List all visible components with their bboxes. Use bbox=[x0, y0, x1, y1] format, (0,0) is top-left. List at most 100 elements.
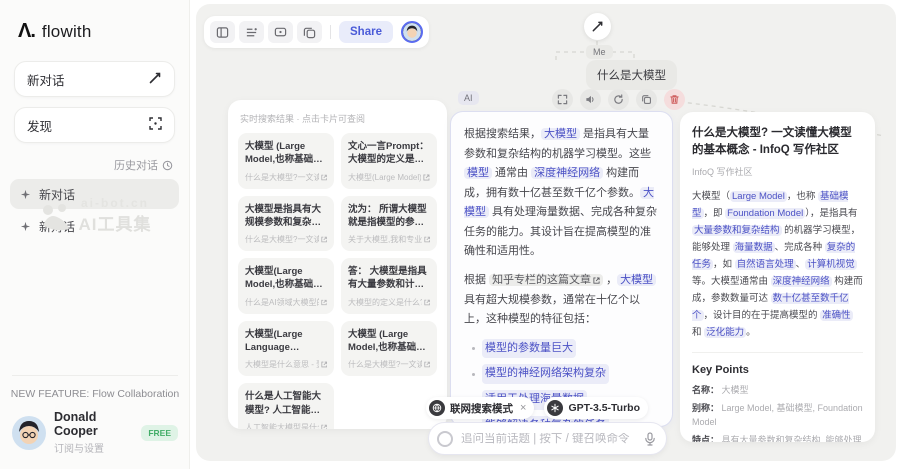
reference-body: 大模型（Large Model，也称 基础模型，即 Foundation Mod… bbox=[692, 188, 863, 342]
reference-source: InfoQ 写作社区 bbox=[692, 165, 863, 178]
search-result-card[interactable]: 大模型 (Large Model,也称基础模型，即Foundation...什么… bbox=[238, 133, 334, 189]
node-list-icon bbox=[245, 26, 258, 39]
trash-icon bbox=[669, 94, 680, 105]
text-run: 和 bbox=[692, 327, 704, 338]
watermark-line1: ai-bot.cn bbox=[79, 196, 152, 210]
text-run: ，设计目的在于提高模型的 bbox=[704, 310, 821, 321]
highlight-term[interactable]: 模型的参数量巨大 bbox=[482, 339, 576, 359]
node-list-button[interactable] bbox=[239, 21, 264, 43]
composer-bar[interactable] bbox=[428, 422, 667, 455]
result-source: 大模型是什么意思 - 壹环科... bbox=[245, 359, 319, 370]
search-result-card[interactable]: 大模型(Large Language Models)是指基于深度学习...大模型… bbox=[238, 321, 334, 377]
highlight-term[interactable]: Foundation Model bbox=[725, 208, 805, 219]
answer-bullet: 模型的参数量巨大 bbox=[472, 339, 659, 359]
result-title: 沈为： 所谓大模型就是指模型的参数量大，但学术界并没... bbox=[348, 203, 430, 230]
sidebar: Λ. flowith 新对话 发现 历史对话 新对话新对话 bbox=[0, 0, 190, 469]
search-result-card[interactable]: 答： 大模型是指具有大量参数和计算资源的机器学习模型...大模型的定义是什么?大… bbox=[341, 258, 437, 314]
user-subtitle: 订阅与设置 bbox=[54, 440, 133, 455]
source-link[interactable]: 知乎专栏的这篇文章 bbox=[489, 274, 603, 286]
highlight-term[interactable]: 大模型 bbox=[617, 274, 656, 286]
result-title: 大模型 (Large Model,也称基础模型，即Foundation... bbox=[348, 328, 430, 355]
text-run: 等。大模型通常由 bbox=[692, 276, 771, 287]
result-title: 大模型是指具有大规模参数和复杂计算结构的机器学习模... bbox=[245, 203, 327, 230]
search-result-card[interactable]: 大模型(Large Model,也称基础模型，即Foundation...什么是… bbox=[238, 258, 334, 314]
duplicate-button[interactable] bbox=[297, 21, 322, 43]
text-run: ，也称 bbox=[787, 191, 818, 202]
new-chat-button[interactable]: 新对话 bbox=[14, 61, 175, 97]
search-results-header: 实时搜索结果 · 点击卡片可查阅 bbox=[240, 112, 437, 125]
search-result-card[interactable]: 文心一言Prompt： 大模型的定义是什么，可以从多个角度... 大模型(Larg… bbox=[341, 133, 437, 189]
result-source: 什么是大模型?一文读懂大模... bbox=[245, 234, 319, 245]
watermark: ai-bot.cn AI工具集 bbox=[0, 196, 190, 235]
feature-banner[interactable]: NEW FEATURE: Flow Collaboration bbox=[0, 388, 190, 400]
regenerate-button[interactable] bbox=[608, 89, 629, 110]
key-point-label: 别称： bbox=[692, 403, 722, 413]
highlight-term[interactable]: 深度神经网络 bbox=[771, 276, 832, 287]
discover-button[interactable]: 发现 bbox=[14, 107, 175, 143]
close-icon[interactable]: × bbox=[520, 402, 526, 414]
duplicate-icon bbox=[303, 26, 316, 39]
key-point-row: 特点： 具有大量参数和复杂结构, 能够处理海量数据, 完成各种复杂任务 bbox=[692, 433, 863, 442]
new-node-button[interactable] bbox=[584, 13, 611, 40]
text-run: 具有处理海量数据、完成各种复杂任务的能力。其设计旨在提高模型的准确性和适用性。 bbox=[464, 206, 657, 257]
presentation-icon bbox=[274, 26, 287, 39]
highlight-term[interactable]: 准确性 bbox=[820, 310, 853, 321]
search-results-grid: 大模型 (Large Model,也称基础模型，即Foundation... 什么… bbox=[238, 133, 437, 429]
search-result-card[interactable]: 沈为： 所谓大模型就是指模型的参数量大，但学术界并没...关于大模型,我和专业人… bbox=[341, 196, 437, 252]
search-result-card[interactable]: 什么是人工智能大模型? 人工智能大模型 (Artificial... 人工智能大模… bbox=[238, 383, 334, 429]
user-profile[interactable]: Donald Cooper 订阅与设置 FREE bbox=[0, 410, 190, 469]
expand-node-button[interactable] bbox=[552, 89, 573, 110]
user-name: Donald Cooper bbox=[54, 410, 133, 438]
model-icon bbox=[547, 400, 563, 416]
share-button[interactable]: Share bbox=[339, 21, 393, 43]
copy-button[interactable] bbox=[636, 89, 657, 110]
toolbar-divider bbox=[330, 25, 331, 39]
presentation-button[interactable] bbox=[268, 21, 293, 43]
highlight-term[interactable]: 深度神经网络 bbox=[531, 167, 603, 179]
web-search-mode-chip[interactable]: 联网搜索模式 × bbox=[426, 397, 534, 419]
watermark-line2: AI工具集 bbox=[79, 210, 152, 235]
ai-answer-panel[interactable]: 根据搜索结果，大模型 是指具有大量参数和复杂结构的机器学习模型。这些 模型 通常… bbox=[450, 111, 673, 427]
key-points-list: 名称： 大模型别称： Large Model, 基础模型, Foundation… bbox=[692, 383, 863, 442]
highlight-term[interactable]: 泛化能力 bbox=[704, 327, 746, 338]
answer-paragraph: 根据搜索结果，大模型 是指具有大量参数和复杂结构的机器学习模型。这些 模型 通常… bbox=[464, 125, 659, 262]
collaborator-avatar[interactable] bbox=[401, 21, 423, 43]
highlight-term[interactable]: 模型的神经网络架构复杂 bbox=[482, 364, 609, 384]
text-run: 根据 bbox=[464, 274, 489, 286]
result-source: 人工智能大模型是什么?如何... bbox=[245, 422, 319, 429]
highlight-term[interactable]: 计算机视觉 bbox=[805, 259, 857, 270]
panel-toggle-icon bbox=[216, 26, 229, 39]
mic-icon[interactable] bbox=[644, 432, 656, 446]
result-source: 什么是AI领域大模型的大模型?... bbox=[245, 297, 319, 308]
flowith-logo-icon: Λ. bbox=[18, 20, 35, 43]
divider bbox=[12, 375, 178, 376]
result-title: 什么是人工智能大模型? 人工智能大模型 (Artificial... bbox=[245, 390, 327, 417]
highlight-term[interactable]: 大模型 bbox=[541, 128, 580, 140]
user-question-bubble[interactable]: 什么是大模型 bbox=[586, 60, 677, 90]
flow-canvas[interactable]: Share Me 什么是大模型 AI bbox=[196, 4, 896, 461]
me-node-label: Me bbox=[586, 45, 613, 59]
text-run: 、 bbox=[796, 259, 806, 270]
result-source: 大模型(Large Model)常说... bbox=[348, 172, 421, 183]
external-link-icon bbox=[321, 235, 327, 244]
followup-input[interactable] bbox=[461, 433, 636, 445]
answer-bullet: 模型的神经网络架构复杂 bbox=[472, 364, 659, 384]
reference-panel[interactable]: 什么是大模型? 一文读懂大模型的基本概念 - InfoQ 写作社区 InfoQ … bbox=[680, 112, 875, 442]
key-points-title: Key Points bbox=[692, 364, 863, 376]
highlight-term[interactable]: 大量参数和复杂结构 bbox=[692, 225, 782, 236]
pen-slash-icon bbox=[148, 71, 162, 88]
highlight-term[interactable]: 自然语言处理 bbox=[735, 259, 796, 270]
read-aloud-button[interactable] bbox=[580, 89, 601, 110]
highlight-term[interactable]: 模型 bbox=[464, 167, 492, 179]
panel-toggle-button[interactable] bbox=[210, 21, 235, 43]
model-selector-chip[interactable]: GPT-3.5-Turbo bbox=[544, 397, 648, 419]
search-result-card[interactable]: 大模型 (Large Model,也称基础模型，即Foundation...什么… bbox=[341, 321, 437, 377]
text-run: 大模型（ bbox=[692, 191, 730, 202]
highlight-term[interactable]: 海量数据 bbox=[733, 242, 775, 253]
delete-node-button[interactable] bbox=[664, 89, 685, 110]
highlight-term[interactable]: Large Model bbox=[730, 191, 787, 202]
result-title: 文心一言Prompt： 大模型的定义是什么，可以从多个角度... bbox=[348, 140, 430, 167]
ai-node-label: AI bbox=[458, 91, 479, 105]
search-result-card[interactable]: 大模型是指具有大规模参数和复杂计算结构的机器学习模... 什么是大模型?一文读懂大… bbox=[238, 196, 334, 252]
search-results-panel: 实时搜索结果 · 点击卡片可查阅 大模型 (Large Model,也称基础模型… bbox=[228, 100, 447, 429]
